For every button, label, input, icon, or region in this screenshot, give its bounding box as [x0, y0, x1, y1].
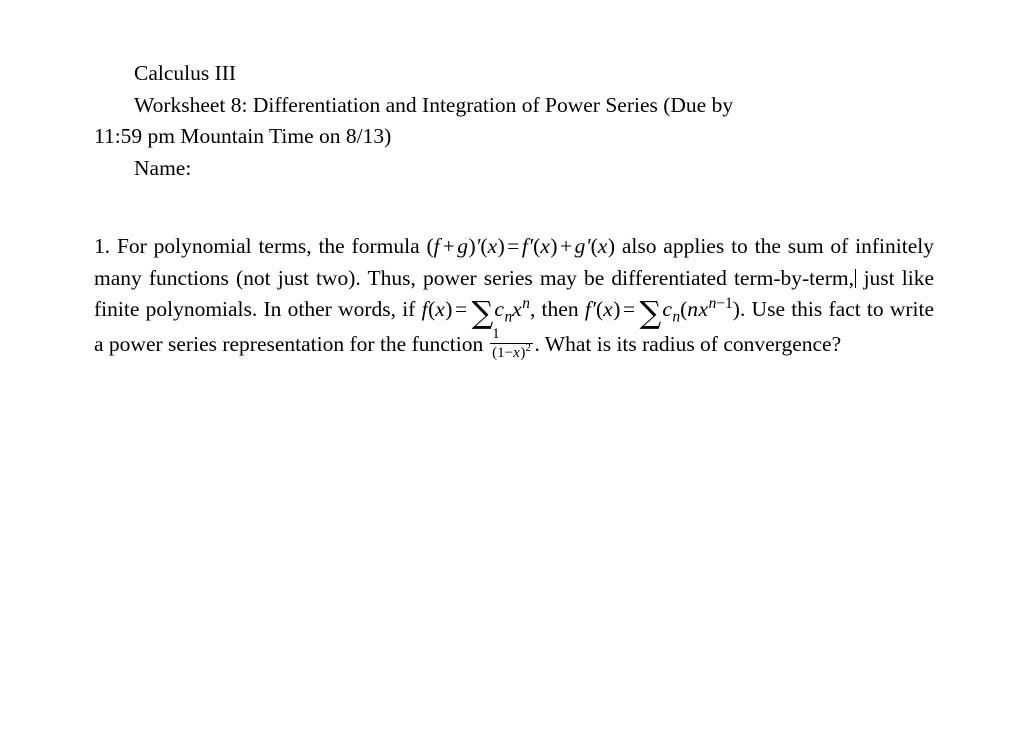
math-rparen-3: ) [550, 234, 558, 258]
math-operator-equals: = [507, 234, 520, 258]
math-coefficient-c: c [494, 297, 504, 321]
math-var-n: n [687, 297, 699, 321]
math-rparen-7: ) [732, 297, 740, 321]
worksheet-title-line-1: Worksheet 8: Differentiation and Integra… [94, 90, 934, 122]
problem-text-what-is-its: . What is its radius of [534, 331, 718, 356]
summation-symbol-2: ∑ [639, 295, 662, 331]
worksheet-title-line-2: 11:59 pm Mountain Time on 8/13) [94, 121, 934, 153]
document-page: Calculus III Worksheet 8: Differentiatio… [94, 58, 934, 361]
document-heading: Calculus III Worksheet 8: Differentiatio… [94, 58, 934, 184]
fraction-numerator: 1 [492, 325, 500, 342]
math-var-g: g [457, 234, 469, 258]
fraction-den-one: 1 [497, 344, 505, 361]
math-var-g-2: g [574, 234, 586, 258]
text-cursor-caret [854, 268, 857, 288]
math-derivative-series: f′(x) = ∑cn(nxn−1) [585, 295, 740, 329]
course-title-line: Calculus III [94, 58, 934, 90]
math-rparen: ) [468, 234, 476, 258]
math-operator-plus-2: + [560, 234, 573, 258]
math-superscript-minus: − [716, 294, 726, 312]
math-var-x-6: x [603, 297, 613, 321]
problem-text-thus: Thus, power series [367, 265, 533, 290]
problem-1-paragraph: 1. For polynomial terms, the formula (f +… [94, 231, 934, 361]
math-operator-equals-2: = [454, 297, 468, 321]
name-field-line: Name: [94, 153, 934, 185]
problem-text-also-applies: also applies [621, 234, 725, 258]
math-sum-rule: (f + g)′(x) = f′(x) + g′(x) [426, 234, 615, 258]
course-title: Calculus III [134, 61, 237, 85]
math-lparen-2: ( [480, 234, 488, 258]
problem-text-intro: For polynomial terms, the formula [116, 234, 420, 258]
problem-text-in-other: In other [263, 297, 332, 321]
math-var-x-7: x [698, 297, 709, 321]
math-fraction-one-over-one-minus-x-squared: 1 (1−x)2 [490, 326, 533, 362]
math-lparen: ( [426, 234, 434, 258]
math-power-series-definition: f(x) = ∑cnxn [422, 294, 530, 329]
math-rparen-4: ) [607, 234, 615, 258]
problem-text-then: , then [529, 297, 579, 321]
math-superscript-n-minus-1: n−1 [709, 295, 733, 312]
problem-text-convergence: convergence? [723, 331, 842, 356]
worksheet-due-date: 11:59 pm Mountain Time on 8/13) [94, 124, 392, 148]
math-subscript-n: n [504, 308, 513, 326]
problem-text-words-if: words, if [338, 297, 416, 321]
math-operator-equals-3: = [622, 297, 636, 321]
fraction-den-minus: − [504, 344, 514, 361]
math-var-x-4: x [435, 297, 445, 321]
problem-1: 1. For polynomial terms, the formula (f +… [94, 231, 934, 361]
math-subscript-n-2: n [672, 308, 681, 326]
problem-number: 1. [94, 234, 111, 258]
math-operator-plus: + [442, 234, 455, 258]
problem-text-use-this-fact: . Use this fact to write [739, 297, 935, 321]
math-superscript-n: n [522, 294, 530, 312]
math-var-x: x [487, 234, 498, 258]
fraction-den-exponent-2: 2 [525, 341, 531, 354]
worksheet-title: Worksheet 8: Differentiation and Integra… [134, 92, 734, 117]
math-lparen-4: ( [590, 234, 598, 258]
math-var-x-2: x [540, 234, 550, 258]
problem-text-may-be-differentiated: may be differentiated term-by-term, [539, 265, 854, 290]
math-var-x-5: x [512, 297, 522, 321]
name-label: Name: [134, 155, 192, 180]
math-coefficient-c-2: c [662, 297, 672, 321]
problem-text-a-power-series: a power series representation for the fu… [94, 331, 484, 356]
fraction-denominator: (1−x)2 [490, 341, 533, 361]
math-rparen-2: ) [497, 234, 505, 258]
math-var-x-3: x [597, 234, 608, 258]
math-superscript-one: 1 [725, 294, 733, 312]
